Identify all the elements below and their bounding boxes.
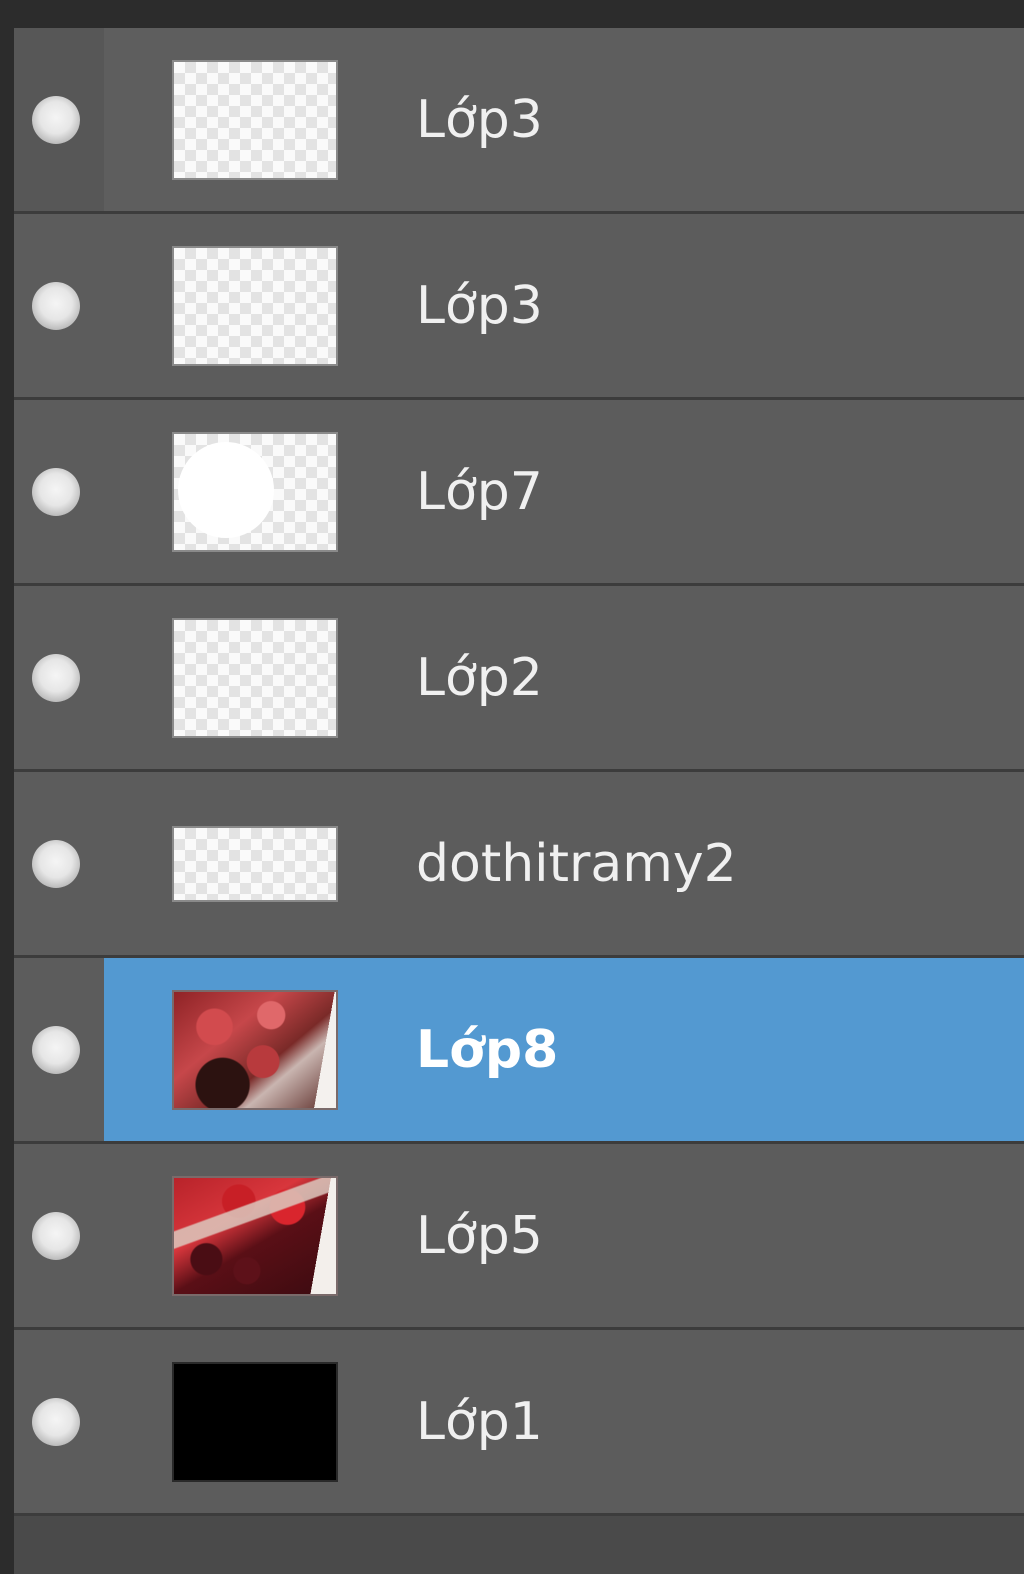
eye-visibility-icon[interactable] [32, 1025, 80, 1074]
layer-name: Lớp3 [416, 275, 543, 336]
panel-edge [0, 28, 14, 1574]
eye-visibility-icon[interactable] [32, 1397, 80, 1446]
layer-thumbnail [172, 245, 338, 366]
eye-visibility-icon[interactable] [32, 1211, 80, 1260]
layer-row-7[interactable]: Lớp5 [14, 1144, 1024, 1330]
panel-top-bar [0, 0, 1024, 28]
layer-thumbnail [172, 617, 338, 738]
layer-thumbnail [172, 59, 338, 180]
layer-name: Lớp7 [416, 461, 543, 522]
layer-row-4[interactable]: Lớp2 [14, 586, 1024, 772]
layer-list: Lớp3 Lớp3 Lớp7 Lớp2 dothitramy2 Lớp8 Lớp… [14, 28, 1024, 1516]
layer-name: Lớp8 [416, 1019, 559, 1080]
layer-thumbnail [172, 1361, 338, 1482]
layer-row-5[interactable]: dothitramy2 [14, 772, 1024, 958]
layer-row-1[interactable]: Lớp3 [14, 28, 1024, 214]
layer-name: Lớp3 [416, 89, 543, 150]
layer-row-2[interactable]: Lớp3 [14, 214, 1024, 400]
layer-name: Lớp2 [416, 647, 543, 708]
eye-visibility-icon[interactable] [32, 467, 80, 516]
layer-thumbnail [172, 989, 338, 1110]
layer-thumbnail [172, 431, 338, 552]
layer-name: Lớp5 [416, 1205, 543, 1266]
eye-visibility-icon[interactable] [32, 95, 80, 144]
layer-row-3[interactable]: Lớp7 [14, 400, 1024, 586]
layer-row-6-selected[interactable]: Lớp8 [14, 958, 1024, 1144]
layer-name: dothitramy2 [416, 833, 737, 894]
layer-thumbnail [172, 825, 338, 902]
layer-row-8[interactable]: Lớp1 [14, 1330, 1024, 1516]
eye-visibility-icon[interactable] [32, 653, 80, 702]
eye-visibility-icon[interactable] [32, 839, 80, 888]
layers-panel: Lớp3 Lớp3 Lớp7 Lớp2 dothitramy2 Lớp8 Lớp… [0, 28, 1024, 1574]
eye-visibility-icon[interactable] [32, 281, 80, 330]
layer-thumbnail [172, 1175, 338, 1296]
layer-name: Lớp1 [416, 1391, 543, 1452]
